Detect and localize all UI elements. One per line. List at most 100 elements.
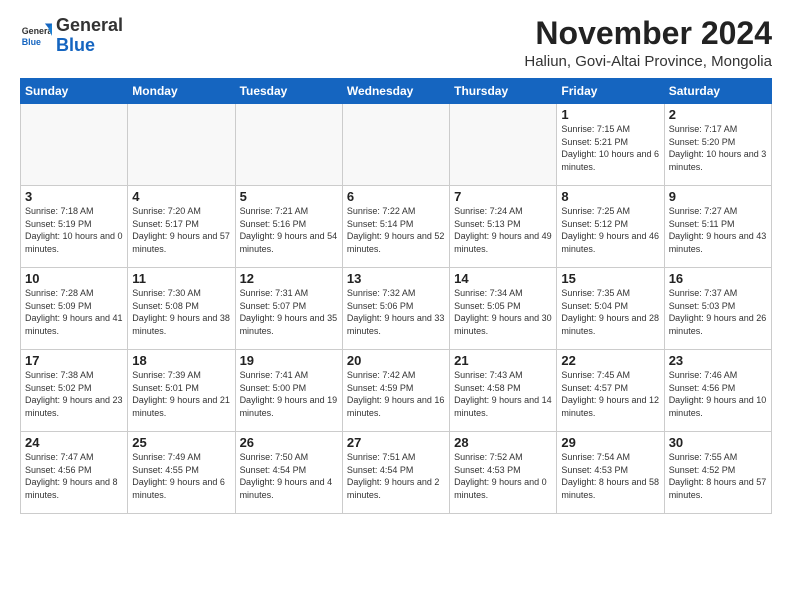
- day-number: 8: [561, 189, 659, 204]
- table-row: 12Sunrise: 7:31 AM Sunset: 5:07 PM Dayli…: [235, 268, 342, 350]
- table-row: 6Sunrise: 7:22 AM Sunset: 5:14 PM Daylig…: [342, 186, 449, 268]
- day-number: 25: [132, 435, 230, 450]
- table-row: 18Sunrise: 7:39 AM Sunset: 5:01 PM Dayli…: [128, 350, 235, 432]
- day-info: Sunrise: 7:52 AM Sunset: 4:53 PM Dayligh…: [454, 451, 552, 501]
- day-number: 17: [25, 353, 123, 368]
- table-row: 13Sunrise: 7:32 AM Sunset: 5:06 PM Dayli…: [342, 268, 449, 350]
- day-number: 26: [240, 435, 338, 450]
- day-number: 21: [454, 353, 552, 368]
- logo-blue: Blue: [56, 35, 95, 55]
- calendar-week-row: 10Sunrise: 7:28 AM Sunset: 5:09 PM Dayli…: [21, 268, 772, 350]
- day-number: 13: [347, 271, 445, 286]
- calendar-week-row: 17Sunrise: 7:38 AM Sunset: 5:02 PM Dayli…: [21, 350, 772, 432]
- table-row: 5Sunrise: 7:21 AM Sunset: 5:16 PM Daylig…: [235, 186, 342, 268]
- header-saturday: Saturday: [664, 79, 771, 104]
- day-number: 23: [669, 353, 767, 368]
- table-row: 3Sunrise: 7:18 AM Sunset: 5:19 PM Daylig…: [21, 186, 128, 268]
- day-number: 16: [669, 271, 767, 286]
- day-number: 10: [25, 271, 123, 286]
- day-number: 29: [561, 435, 659, 450]
- day-info: Sunrise: 7:54 AM Sunset: 4:53 PM Dayligh…: [561, 451, 659, 501]
- day-info: Sunrise: 7:18 AM Sunset: 5:19 PM Dayligh…: [25, 205, 123, 255]
- day-info: Sunrise: 7:15 AM Sunset: 5:21 PM Dayligh…: [561, 123, 659, 173]
- day-info: Sunrise: 7:47 AM Sunset: 4:56 PM Dayligh…: [25, 451, 123, 501]
- table-row: 11Sunrise: 7:30 AM Sunset: 5:08 PM Dayli…: [128, 268, 235, 350]
- day-info: Sunrise: 7:30 AM Sunset: 5:08 PM Dayligh…: [132, 287, 230, 337]
- header-wednesday: Wednesday: [342, 79, 449, 104]
- calendar-table: Sunday Monday Tuesday Wednesday Thursday…: [20, 78, 772, 514]
- table-row: 10Sunrise: 7:28 AM Sunset: 5:09 PM Dayli…: [21, 268, 128, 350]
- header-sunday: Sunday: [21, 79, 128, 104]
- table-row: 17Sunrise: 7:38 AM Sunset: 5:02 PM Dayli…: [21, 350, 128, 432]
- header: General Blue General Blue November 2024 …: [20, 16, 772, 70]
- table-row: 26Sunrise: 7:50 AM Sunset: 4:54 PM Dayli…: [235, 432, 342, 514]
- calendar-week-row: 24Sunrise: 7:47 AM Sunset: 4:56 PM Dayli…: [21, 432, 772, 514]
- day-info: Sunrise: 7:38 AM Sunset: 5:02 PM Dayligh…: [25, 369, 123, 419]
- day-info: Sunrise: 7:50 AM Sunset: 4:54 PM Dayligh…: [240, 451, 338, 501]
- day-info: Sunrise: 7:34 AM Sunset: 5:05 PM Dayligh…: [454, 287, 552, 337]
- logo-text: General Blue: [56, 16, 123, 56]
- table-row: 28Sunrise: 7:52 AM Sunset: 4:53 PM Dayli…: [450, 432, 557, 514]
- day-info: Sunrise: 7:31 AM Sunset: 5:07 PM Dayligh…: [240, 287, 338, 337]
- table-row: 30Sunrise: 7:55 AM Sunset: 4:52 PM Dayli…: [664, 432, 771, 514]
- header-friday: Friday: [557, 79, 664, 104]
- table-row: 14Sunrise: 7:34 AM Sunset: 5:05 PM Dayli…: [450, 268, 557, 350]
- svg-text:General: General: [22, 26, 52, 36]
- month-title: November 2024: [524, 16, 772, 51]
- day-number: 12: [240, 271, 338, 286]
- day-number: 9: [669, 189, 767, 204]
- table-row: 22Sunrise: 7:45 AM Sunset: 4:57 PM Dayli…: [557, 350, 664, 432]
- day-info: Sunrise: 7:27 AM Sunset: 5:11 PM Dayligh…: [669, 205, 767, 255]
- day-number: 1: [561, 107, 659, 122]
- day-number: 2: [669, 107, 767, 122]
- day-info: Sunrise: 7:17 AM Sunset: 5:20 PM Dayligh…: [669, 123, 767, 173]
- table-row: 25Sunrise: 7:49 AM Sunset: 4:55 PM Dayli…: [128, 432, 235, 514]
- day-info: Sunrise: 7:25 AM Sunset: 5:12 PM Dayligh…: [561, 205, 659, 255]
- header-monday: Monday: [128, 79, 235, 104]
- day-number: 19: [240, 353, 338, 368]
- day-info: Sunrise: 7:51 AM Sunset: 4:54 PM Dayligh…: [347, 451, 445, 501]
- day-number: 4: [132, 189, 230, 204]
- table-row: 4Sunrise: 7:20 AM Sunset: 5:17 PM Daylig…: [128, 186, 235, 268]
- header-tuesday: Tuesday: [235, 79, 342, 104]
- header-thursday: Thursday: [450, 79, 557, 104]
- table-row: 16Sunrise: 7:37 AM Sunset: 5:03 PM Dayli…: [664, 268, 771, 350]
- day-number: 15: [561, 271, 659, 286]
- day-number: 22: [561, 353, 659, 368]
- calendar-week-row: 1Sunrise: 7:15 AM Sunset: 5:21 PM Daylig…: [21, 104, 772, 186]
- table-row: [235, 104, 342, 186]
- day-number: 7: [454, 189, 552, 204]
- logo-icon: General Blue: [20, 20, 52, 52]
- day-info: Sunrise: 7:22 AM Sunset: 5:14 PM Dayligh…: [347, 205, 445, 255]
- day-info: Sunrise: 7:28 AM Sunset: 5:09 PM Dayligh…: [25, 287, 123, 337]
- day-number: 5: [240, 189, 338, 204]
- day-info: Sunrise: 7:24 AM Sunset: 5:13 PM Dayligh…: [454, 205, 552, 255]
- table-row: 29Sunrise: 7:54 AM Sunset: 4:53 PM Dayli…: [557, 432, 664, 514]
- svg-text:Blue: Blue: [22, 37, 41, 47]
- day-info: Sunrise: 7:39 AM Sunset: 5:01 PM Dayligh…: [132, 369, 230, 419]
- table-row: 21Sunrise: 7:43 AM Sunset: 4:58 PM Dayli…: [450, 350, 557, 432]
- table-row: 23Sunrise: 7:46 AM Sunset: 4:56 PM Dayli…: [664, 350, 771, 432]
- calendar-week-row: 3Sunrise: 7:18 AM Sunset: 5:19 PM Daylig…: [21, 186, 772, 268]
- table-row: [128, 104, 235, 186]
- day-number: 6: [347, 189, 445, 204]
- logo: General Blue General Blue: [20, 16, 123, 56]
- day-info: Sunrise: 7:32 AM Sunset: 5:06 PM Dayligh…: [347, 287, 445, 337]
- table-row: 15Sunrise: 7:35 AM Sunset: 5:04 PM Dayli…: [557, 268, 664, 350]
- day-info: Sunrise: 7:21 AM Sunset: 5:16 PM Dayligh…: [240, 205, 338, 255]
- day-number: 11: [132, 271, 230, 286]
- title-block: November 2024 Haliun, Govi-Altai Provinc…: [524, 16, 772, 70]
- table-row: 7Sunrise: 7:24 AM Sunset: 5:13 PM Daylig…: [450, 186, 557, 268]
- day-info: Sunrise: 7:46 AM Sunset: 4:56 PM Dayligh…: [669, 369, 767, 419]
- day-number: 18: [132, 353, 230, 368]
- day-info: Sunrise: 7:45 AM Sunset: 4:57 PM Dayligh…: [561, 369, 659, 419]
- day-info: Sunrise: 7:55 AM Sunset: 4:52 PM Dayligh…: [669, 451, 767, 501]
- day-number: 14: [454, 271, 552, 286]
- logo-general: General: [56, 15, 123, 35]
- table-row: 9Sunrise: 7:27 AM Sunset: 5:11 PM Daylig…: [664, 186, 771, 268]
- calendar-header-row: Sunday Monday Tuesday Wednesday Thursday…: [21, 79, 772, 104]
- table-row: 1Sunrise: 7:15 AM Sunset: 5:21 PM Daylig…: [557, 104, 664, 186]
- location-subtitle: Haliun, Govi-Altai Province, Mongolia: [524, 53, 772, 70]
- day-number: 30: [669, 435, 767, 450]
- page: General Blue General Blue November 2024 …: [0, 0, 792, 612]
